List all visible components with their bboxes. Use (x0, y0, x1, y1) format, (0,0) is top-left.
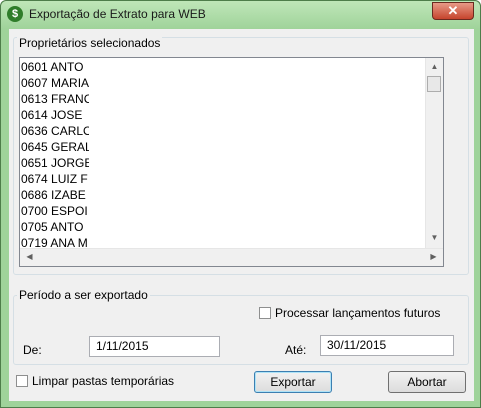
owner-list-item[interactable]: 0651 JORGE (21, 155, 89, 171)
owner-list-item[interactable]: 0607 MARIA (21, 75, 89, 91)
clear-temp-folders-label[interactable]: Limpar pastas temporárias (32, 374, 174, 388)
vertical-scroll-thumb[interactable] (427, 76, 441, 92)
scroll-right-arrow-icon[interactable]: ▶ (426, 252, 441, 261)
owners-group-label: Proprietários selecionados (17, 36, 163, 50)
future-entries-checkbox[interactable] (259, 307, 271, 319)
title-bar[interactable]: $ Exportação de Extrato para WEB ✕ (1, 1, 480, 29)
clear-temp-folders-checkbox[interactable] (16, 375, 28, 387)
money-bag-icon: $ (7, 6, 23, 22)
scroll-down-arrow-icon[interactable]: ▼ (427, 233, 442, 242)
owner-list-item[interactable]: 0686 IZABE (21, 187, 89, 203)
horizontal-scrollbar[interactable]: ◀ ▶ (20, 248, 443, 266)
owner-list-item[interactable]: 0614 JOSE (21, 107, 89, 123)
scroll-left-arrow-icon[interactable]: ◀ (22, 252, 37, 261)
window-title: Exportação de Extrato para WEB (29, 7, 206, 21)
owner-list-item[interactable]: 0700 ESPOI (21, 203, 89, 219)
to-date-label: Até: (285, 343, 307, 357)
owner-list-item[interactable]: 0674 LUIZ F (21, 171, 89, 187)
owner-list-item[interactable]: 0645 GERAL (21, 139, 89, 155)
vertical-scrollbar[interactable]: ▲ ▼ (425, 58, 443, 248)
to-date-field[interactable]: 30/11/2015 (320, 335, 454, 356)
owners-listbox[interactable]: 0601 ANTO 0607 MARIA 0613 FRANC 0614 JOSE 06… (19, 57, 444, 267)
owner-list-item[interactable]: 0636 CARLO (21, 123, 89, 139)
close-button[interactable]: ✕ (432, 2, 474, 20)
export-dialog-window: $ Exportação de Extrato para WEB ✕ Propr… (0, 0, 481, 408)
period-group-label: Período a ser exportado (17, 288, 150, 302)
owner-list-item[interactable]: 0705 ANTO (21, 219, 89, 235)
from-date-label: De: (23, 343, 42, 357)
future-entries-label[interactable]: Processar lançamentos futuros (275, 306, 440, 320)
scroll-up-arrow-icon[interactable]: ▲ (427, 62, 442, 71)
dialog-body: Proprietários selecionados 0601 ANTO 0607… (9, 29, 474, 401)
abort-button[interactable]: Abortar (388, 371, 466, 393)
export-button[interactable]: Exportar (254, 371, 332, 393)
from-date-field[interactable]: 1/11/2015 (89, 336, 220, 357)
owner-list-item[interactable]: 0601 ANTO (21, 59, 89, 75)
owner-list-item[interactable]: 0613 FRANC (21, 91, 89, 107)
